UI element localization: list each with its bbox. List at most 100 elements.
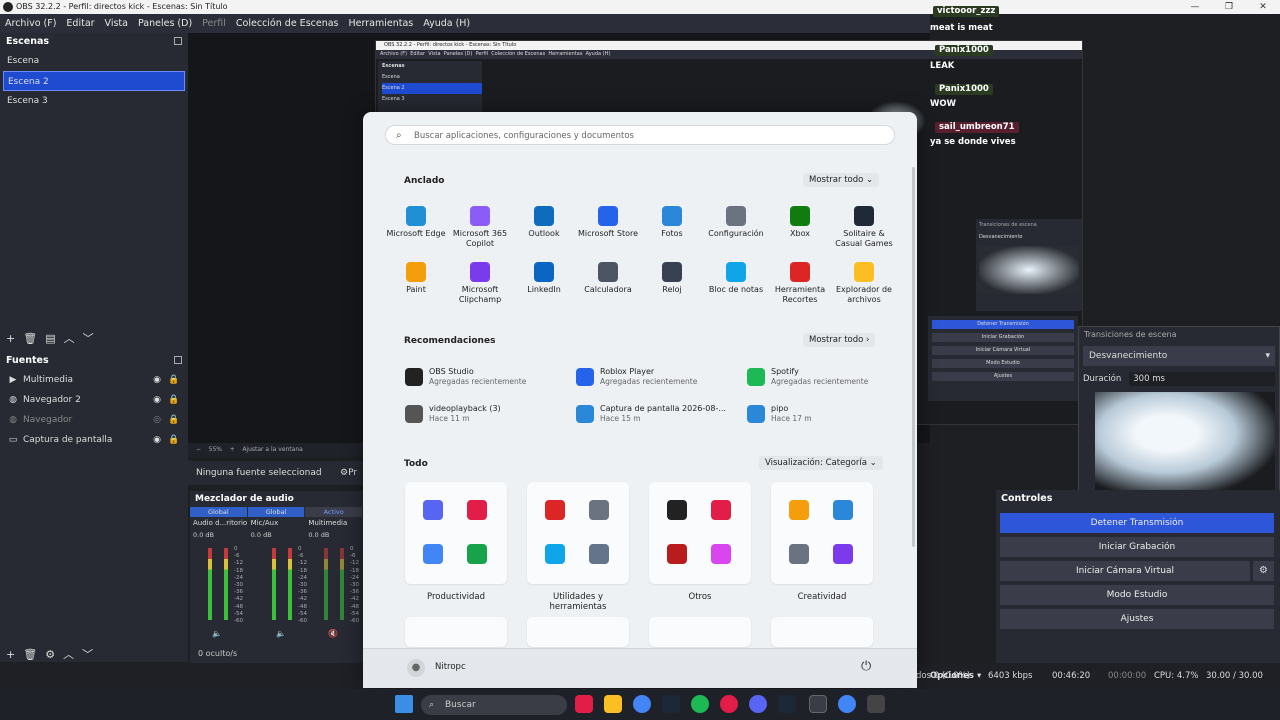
lock-icon[interactable]: 🔒 [168,395,180,405]
pinned-app[interactable]: Configuración [704,206,768,239]
start-search-input[interactable]: ⌕ Buscar aplicaciones, configuraciones y… [385,125,895,145]
move-down-button[interactable]: ﹀ [83,330,94,346]
source-item[interactable]: ▭ Captura de pantalla ◉ 🔒 [0,430,188,450]
discord-icon[interactable] [749,695,767,713]
pinned-app[interactable]: Explorador de archivos [832,262,896,305]
pinned-app[interactable]: Calculadora [576,262,640,295]
mixer-tab-active[interactable]: Activo [305,507,363,517]
spotify-icon[interactable] [691,695,709,713]
minimize-button[interactable]: — [1178,0,1212,14]
undock-icon[interactable] [174,356,182,364]
menu-docks[interactable]: Paneles (D) [138,18,192,29]
menu-scene-collection[interactable]: Colección de Escenas [236,18,339,29]
category-folder[interactable] [771,617,873,647]
move-up-button[interactable]: ︿ [64,330,75,346]
pinned-app[interactable]: Solitaire & Casual Games [832,206,896,249]
recommended-item[interactable]: Spotify Agregadas recientemente [747,363,897,391]
speaker-icon[interactable]: 🔈 [276,629,286,638]
mixer-tab[interactable]: Global [190,507,247,517]
source-item[interactable]: ◍ Navegador 2 ◉ 🔒 [0,390,188,410]
pinned-app[interactable]: Outlook [512,206,576,239]
pinned-app[interactable]: LinkedIn [512,262,576,295]
fit-window-button[interactable]: Ajustar a la ventana [242,446,303,453]
windows-start-icon[interactable] [395,695,413,713]
pinned-app[interactable]: Xbox [768,206,832,239]
menu-tools[interactable]: Herramientas [349,18,414,29]
taskbar-search[interactable]: ⌕ Buscar [421,695,567,715]
eye-icon[interactable]: ◉ [151,395,163,405]
remove-scene-button[interactable]: 🗑 [23,332,37,345]
obs-icon[interactable] [809,695,827,713]
zoom-out-button[interactable]: − [196,446,201,453]
duration-input[interactable]: 300 ms [1129,372,1275,386]
close-button[interactable]: ✕ [1246,0,1280,14]
category-folder[interactable] [405,617,507,647]
scene-filters-button[interactable]: ▤ [45,332,55,345]
pinned-app[interactable]: Fotos [640,206,704,239]
remove-source-button[interactable]: 🗑 [23,648,37,661]
zoom-in-button[interactable]: + [230,446,235,453]
menu-edit[interactable]: Editar [66,18,94,29]
eye-icon[interactable]: ◉ [151,435,163,445]
pinned-app[interactable]: Paint [384,262,448,295]
settings-button[interactable]: Ajustes [1000,609,1274,629]
menu-profile[interactable]: Perfil [202,18,226,29]
eye-hidden-icon[interactable]: ◎ [151,415,163,425]
recommended-show-all-button[interactable]: Mostrar todo › [803,333,876,347]
add-source-button[interactable]: + [6,648,15,661]
category-folder[interactable] [527,482,629,584]
speaker-muted-icon[interactable]: 🔇 [328,629,338,638]
lock-icon[interactable]: 🔒 [168,415,180,425]
gear-icon[interactable]: ⚙Pr [340,461,357,485]
recommended-item[interactable]: OBS Studio Agregadas recientemente [405,363,555,391]
recommended-item[interactable]: pipo Hace 17 m [747,400,897,428]
transition-select[interactable]: Desvanecimiento ▾ [1083,346,1275,366]
category-folder[interactable] [405,482,507,584]
source-item[interactable]: ▶ Multimedia ◉ 🔒 [0,370,188,390]
steam-icon[interactable] [662,695,680,713]
eye-icon[interactable]: ◉ [151,375,163,385]
mixer-tab[interactable]: Global [247,507,305,517]
category-folder[interactable] [649,617,751,647]
recommended-item[interactable]: Roblox Player Agregadas recientemente [576,363,726,391]
pinned-app[interactable]: Microsoft Clipchamp [448,262,512,305]
pinned-app[interactable]: Microsoft Edge [384,206,448,239]
power-icon[interactable]: ⏻ [861,659,871,674]
category-folder[interactable] [649,482,751,584]
move-down-button[interactable]: ﹀ [82,646,93,662]
steam-icon[interactable] [778,695,796,713]
pinned-app[interactable]: Bloc de notas [704,262,768,295]
category-folder[interactable] [771,482,873,584]
scene-item-selected[interactable]: Escena 2 [3,71,185,91]
recommended-item[interactable]: Captura de pantalla 2026-08-... Hace 15 m [576,400,726,428]
avatar[interactable]: ● [407,659,425,677]
source-settings-button[interactable]: ⚙ [45,648,55,661]
pinned-app[interactable]: Microsoft 365 Copilot [448,206,512,249]
lock-icon[interactable]: 🔒 [168,375,180,385]
file-explorer-icon[interactable] [604,695,622,713]
source-item[interactable]: ◍ Navegador ◎ 🔒 [0,410,188,430]
gear-icon[interactable]: ⚙ [1253,561,1274,581]
pinned-app[interactable]: Microsoft Store [576,206,640,239]
scene-item[interactable]: Escena [0,51,188,71]
menu-file[interactable]: Archivo (F) [5,18,56,29]
chrome-icon[interactable] [633,695,651,713]
menu-help[interactable]: Ayuda (H) [423,18,470,29]
stop-streaming-button[interactable]: Detener Transmisión [1000,513,1274,533]
app-icon[interactable] [867,695,885,713]
add-scene-button[interactable]: + [6,332,15,345]
move-up-button[interactable]: ︿ [63,646,74,662]
app-b-icon[interactable] [575,695,593,713]
view-category-button[interactable]: Visualización: Categoría ⌄ [759,456,883,470]
undock-icon[interactable] [174,37,182,45]
lock-icon[interactable]: 🔒 [168,435,180,445]
opera-icon[interactable] [720,695,738,713]
speaker-icon[interactable]: 🔈 [212,629,222,638]
user-name[interactable]: Nitropc [435,662,466,672]
start-virtual-camera-button[interactable]: Iniciar Cámara Virtual [1000,561,1250,581]
maximize-button[interactable]: ❐ [1212,0,1246,14]
start-recording-button[interactable]: Iniciar Grabación [1000,537,1274,557]
pinned-app[interactable]: Herramienta Recortes [768,262,832,305]
recommended-item[interactable]: videoplayback (3) Hace 11 m [405,400,555,428]
category-folder[interactable] [527,617,629,647]
